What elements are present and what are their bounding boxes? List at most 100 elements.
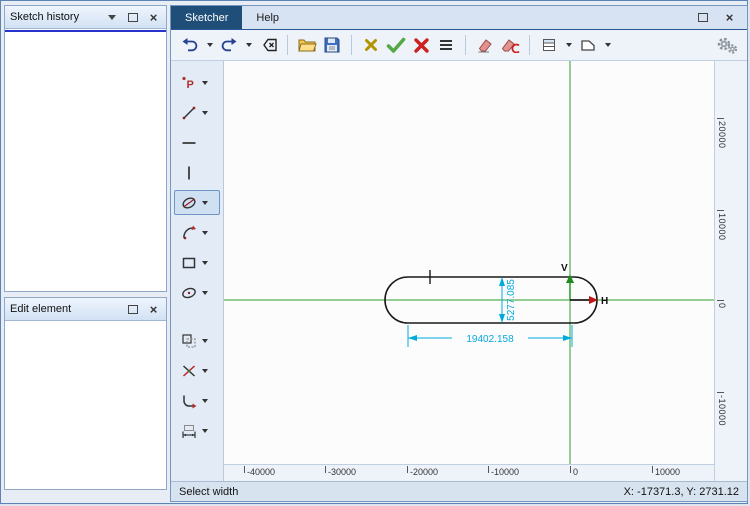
tool-line[interactable]: [174, 100, 220, 125]
chevron-down-icon[interactable]: [202, 291, 208, 295]
backspace-icon: [258, 37, 278, 53]
edit-element-panel: Edit element ×: [4, 297, 167, 490]
sketch-canvas[interactable]: 19402.158 5277.085 V H: [224, 61, 714, 464]
delete-button[interactable]: [410, 33, 432, 57]
toolbar-separator: [287, 35, 288, 55]
chevron-down-icon[interactable]: [202, 339, 208, 343]
profile-shape-icon: [579, 37, 597, 53]
chevron-down-icon: [207, 43, 213, 47]
tool-palette: P: [171, 61, 224, 481]
open-folder-icon: [297, 37, 317, 53]
gear-icon: [715, 36, 739, 55]
chevron-down-icon[interactable]: [202, 429, 208, 433]
canvas-area[interactable]: 19402.158 5277.085 V H: [224, 61, 714, 464]
panel-close-button[interactable]: ×: [146, 10, 161, 25]
ruler-tick-label: -10000: [717, 392, 727, 426]
chevron-down-icon: [246, 43, 252, 47]
tab-bar: Sketcher Help ×: [171, 6, 747, 30]
save-button[interactable]: [321, 33, 343, 57]
ruler-tick-label: -30000: [325, 466, 356, 475]
edit-element-titlebar: Edit element ×: [5, 298, 166, 321]
chevron-down-icon[interactable]: [202, 111, 208, 115]
width-dimension-value[interactable]: 19402.158: [466, 334, 514, 345]
ruler-tick-label: 10000: [652, 466, 680, 475]
tool-horizontal-line[interactable]: [174, 130, 220, 155]
panel-close-button[interactable]: ×: [146, 302, 161, 317]
tool-trim[interactable]: [174, 358, 220, 383]
backspace-button[interactable]: [257, 33, 279, 57]
eraser-button[interactable]: [474, 33, 496, 57]
open-button[interactable]: [296, 33, 318, 57]
slot-icon: [179, 194, 199, 212]
chevron-down-icon: [108, 15, 116, 20]
toolbar-separator: [465, 35, 466, 55]
h-axis-label: H: [601, 296, 608, 307]
window-maximize-button[interactable]: [695, 10, 710, 25]
tab-help[interactable]: Help: [242, 6, 293, 29]
tab-sketcher[interactable]: Sketcher: [171, 6, 242, 29]
redo-dropdown[interactable]: [243, 33, 254, 57]
window-close-button[interactable]: ×: [722, 10, 737, 25]
maximize-icon: [128, 305, 138, 314]
chevron-down-icon[interactable]: [202, 399, 208, 403]
profile-button[interactable]: [577, 33, 599, 57]
yellow-x-icon: [363, 37, 379, 53]
profile-dropdown[interactable]: [602, 33, 613, 57]
sketch-history-panel: Sketch history ×: [4, 5, 167, 292]
edit-element-body[interactable]: [5, 321, 166, 489]
redo-button[interactable]: [218, 33, 240, 57]
toolbar-separator: [351, 35, 352, 55]
edit-element-title: Edit element: [10, 303, 119, 315]
eraser-icon: [476, 37, 494, 53]
chevron-down-icon[interactable]: [202, 261, 208, 265]
discard-button[interactable]: [360, 33, 382, 57]
tool-point[interactable]: P: [174, 70, 220, 95]
point-icon: P: [179, 74, 199, 92]
trim-icon: [179, 362, 199, 380]
close-icon: ×: [150, 11, 158, 24]
arc-icon: [179, 224, 199, 242]
panel-maximize-button[interactable]: [125, 10, 140, 25]
tool-arc[interactable]: [174, 220, 220, 245]
eraser-clear-icon: [500, 37, 520, 53]
tool-ellipse[interactable]: [174, 280, 220, 305]
erase-elements-button[interactable]: [499, 33, 521, 57]
dimension-arrow: [563, 335, 572, 341]
accept-button[interactable]: [385, 33, 407, 57]
rectangle-icon: [179, 254, 199, 272]
panel-menu-button[interactable]: [104, 10, 119, 25]
tool-slot[interactable]: [174, 190, 220, 215]
tool-rectangle[interactable]: [174, 250, 220, 275]
grid-list-icon: [541, 37, 557, 53]
undo-icon: [180, 36, 200, 54]
undo-button[interactable]: [179, 33, 201, 57]
maximize-icon: [698, 13, 708, 22]
dimension-icon: [179, 422, 199, 440]
chevron-down-icon[interactable]: [202, 231, 208, 235]
sketcher-window: Sketcher Help ×: [170, 5, 748, 502]
offset-icon: [179, 332, 199, 350]
right-ruler: 20000100000-10000: [714, 61, 747, 481]
toolbar-separator: [529, 35, 530, 55]
menu-button[interactable]: [435, 33, 457, 57]
sketch-history-list[interactable]: [5, 29, 166, 291]
grid-list-dropdown[interactable]: [563, 33, 574, 57]
chevron-down-icon[interactable]: [202, 201, 208, 205]
grid-list-button[interactable]: [538, 33, 560, 57]
tool-fillet[interactable]: [174, 388, 220, 413]
height-dimension-value[interactable]: 5277.085: [506, 279, 517, 321]
tool-dimension[interactable]: [174, 418, 220, 443]
chevron-down-icon[interactable]: [202, 81, 208, 85]
settings-button[interactable]: [715, 33, 739, 57]
undo-dropdown[interactable]: [204, 33, 215, 57]
v-axis-arrowhead: [566, 274, 574, 283]
dimension-arrow: [499, 314, 505, 323]
tool-offset[interactable]: [174, 328, 220, 353]
history-divider: [5, 30, 166, 32]
bottom-ruler: -40000-30000-20000-10000010000: [224, 464, 714, 481]
line-icon: [179, 104, 199, 122]
tool-vertical-line[interactable]: [174, 160, 220, 185]
chevron-down-icon[interactable]: [202, 369, 208, 373]
panel-maximize-button[interactable]: [125, 302, 140, 317]
dimension-arrow: [499, 277, 505, 286]
